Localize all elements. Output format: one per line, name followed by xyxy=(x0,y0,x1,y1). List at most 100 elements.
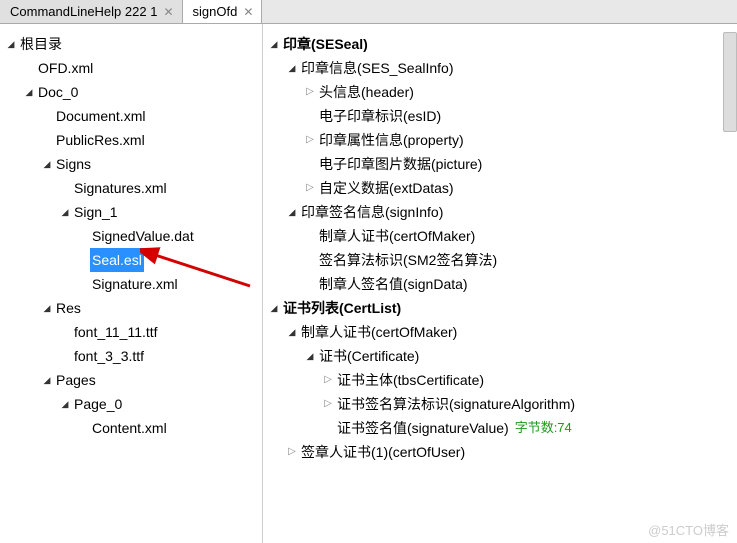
tree-item-label: 印章(SESeal) xyxy=(281,32,370,56)
left-tree-row[interactable]: Signature.xml xyxy=(4,272,258,296)
chevron-down-icon[interactable] xyxy=(40,368,54,392)
left-tree-row[interactable]: Page_0 xyxy=(4,392,258,416)
tree-item-label: Signs xyxy=(54,152,93,176)
right-tree-row[interactable]: 签名算法标识(SM2签名算法) xyxy=(267,248,733,272)
tree-item-label: 签章人证书(1)(certOfUser) xyxy=(299,440,467,464)
chevron-down-icon[interactable] xyxy=(285,320,299,344)
right-tree-row[interactable]: 印章签名信息(signInfo) xyxy=(267,200,733,224)
right-tree-row[interactable]: 制章人签名值(signData) xyxy=(267,272,733,296)
chevron-down-icon[interactable] xyxy=(58,200,72,224)
right-tree-row[interactable]: 电子印章标识(esID) xyxy=(267,104,733,128)
tree-item-label: PublicRes.xml xyxy=(54,128,147,152)
right-tree-row[interactable]: 证书签名算法标识(signatureAlgorithm) xyxy=(267,392,733,416)
tree-item-label: 根目录 xyxy=(18,32,64,56)
chevron-right-icon[interactable] xyxy=(321,392,335,416)
chevron-down-icon[interactable] xyxy=(267,32,281,56)
left-tree-row[interactable]: Content.xml xyxy=(4,416,258,440)
close-icon[interactable]: ✕ xyxy=(163,5,173,19)
left-tree-row[interactable]: Sign_1 xyxy=(4,200,258,224)
tree-item-label: 证书签名值(signatureValue) xyxy=(335,416,511,440)
left-tree-row[interactable]: font_11_11.ttf xyxy=(4,320,258,344)
tree-item-label: 印章签名信息(signInfo) xyxy=(299,200,445,224)
chevron-right-icon[interactable] xyxy=(321,368,335,392)
tab-bar: CommandLineHelp 222 1 ✕ signOfd ✕ xyxy=(0,0,737,24)
chevron-down-icon[interactable] xyxy=(285,56,299,80)
tree-item-label: Res xyxy=(54,296,83,320)
structure-tree-pane: 印章(SESeal)印章信息(SES_SealInfo)头信息(header)电… xyxy=(263,24,737,543)
chevron-down-icon[interactable] xyxy=(58,392,72,416)
tree-item-label: 证书主体(tbsCertificate) xyxy=(335,368,486,392)
tree-item-label: SignedValue.dat xyxy=(90,224,196,248)
right-tree-row[interactable]: 证书列表(CertList) xyxy=(267,296,733,320)
right-tree-row[interactable]: 印章(SESeal) xyxy=(267,32,733,56)
tree-item-label: 制章人证书(certOfMaker) xyxy=(299,320,459,344)
tree-item-label: 证书签名算法标识(signatureAlgorithm) xyxy=(335,392,577,416)
chevron-down-icon[interactable] xyxy=(22,80,36,104)
left-tree-row[interactable]: OFD.xml xyxy=(4,56,258,80)
main-panes: 根目录OFD.xmlDoc_0Document.xmlPublicRes.xml… xyxy=(0,24,737,543)
tree-item-label: 印章信息(SES_SealInfo) xyxy=(299,56,456,80)
tree-item-label: 头信息(header) xyxy=(317,80,416,104)
chevron-right-icon[interactable] xyxy=(303,80,317,104)
left-tree-row[interactable]: Signatures.xml xyxy=(4,176,258,200)
tree-item-label: Page_0 xyxy=(72,392,124,416)
tree-item-label: 制章人签名值(signData) xyxy=(317,272,470,296)
chevron-right-icon[interactable] xyxy=(303,176,317,200)
tree-item-label: font_3_3.ttf xyxy=(72,344,146,368)
scrollbar[interactable] xyxy=(723,32,737,132)
chevron-right-icon[interactable] xyxy=(303,128,317,152)
left-tree-row[interactable]: SignedValue.dat xyxy=(4,224,258,248)
chevron-right-icon[interactable] xyxy=(285,440,299,464)
tree-item-label: Signatures.xml xyxy=(72,176,169,200)
left-tree-row[interactable]: PublicRes.xml xyxy=(4,128,258,152)
chevron-down-icon[interactable] xyxy=(285,200,299,224)
right-tree-row[interactable]: 证书主体(tbsCertificate) xyxy=(267,368,733,392)
tab-signofd[interactable]: signOfd ✕ xyxy=(183,0,263,23)
chevron-down-icon[interactable] xyxy=(40,152,54,176)
tree-item-label: Document.xml xyxy=(54,104,147,128)
chevron-down-icon[interactable] xyxy=(40,296,54,320)
right-tree-row[interactable]: 电子印章图片数据(picture) xyxy=(267,152,733,176)
left-tree-row[interactable]: Signs xyxy=(4,152,258,176)
close-icon[interactable]: ✕ xyxy=(243,5,253,19)
right-tree-row[interactable]: 自定义数据(extDatas) xyxy=(267,176,733,200)
tree-item-label: 签名算法标识(SM2签名算法) xyxy=(317,248,499,272)
tree-item-label: 证书列表(CertList) xyxy=(281,296,403,320)
left-tree-row[interactable]: Pages xyxy=(4,368,258,392)
tree-item-label: Pages xyxy=(54,368,98,392)
tree-item-label: Sign_1 xyxy=(72,200,120,224)
tab-label: signOfd xyxy=(193,4,238,19)
tree-item-label: Seal.esl xyxy=(90,248,144,272)
left-tree-row[interactable]: font_3_3.ttf xyxy=(4,344,258,368)
tree-item-label: 电子印章图片数据(picture) xyxy=(317,152,484,176)
tree-item-label: 电子印章标识(esID) xyxy=(317,104,443,128)
right-tree-row[interactable]: 证书签名值(signatureValue)字节数:74 xyxy=(267,416,733,440)
tree-item-label: font_11_11.ttf xyxy=(72,320,160,344)
right-tree-row[interactable]: 制章人证书(certOfMaker) xyxy=(267,224,733,248)
tab-commandlinehelp[interactable]: CommandLineHelp 222 1 ✕ xyxy=(0,0,183,23)
tree-item-label: Content.xml xyxy=(90,416,169,440)
left-tree-row[interactable]: Document.xml xyxy=(4,104,258,128)
byte-count-label: 字节数:74 xyxy=(515,416,572,440)
left-tree-row[interactable]: 根目录 xyxy=(4,32,258,56)
chevron-down-icon[interactable] xyxy=(267,296,281,320)
tab-label: CommandLineHelp 222 1 xyxy=(10,4,157,19)
right-tree-row[interactable]: 证书(Certificate) xyxy=(267,344,733,368)
chevron-down-icon[interactable] xyxy=(303,344,317,368)
tree-item-label: OFD.xml xyxy=(36,56,95,80)
tree-item-label: 自定义数据(extDatas) xyxy=(317,176,456,200)
right-tree-row[interactable]: 印章属性信息(property) xyxy=(267,128,733,152)
tree-item-label: 制章人证书(certOfMaker) xyxy=(317,224,477,248)
left-tree-row[interactable]: Doc_0 xyxy=(4,80,258,104)
right-tree-row[interactable]: 印章信息(SES_SealInfo) xyxy=(267,56,733,80)
file-tree-pane: 根目录OFD.xmlDoc_0Document.xmlPublicRes.xml… xyxy=(0,24,263,543)
left-tree-row[interactable]: Seal.esl xyxy=(4,248,258,272)
watermark: @51CTO博客 xyxy=(648,520,729,539)
tree-item-label: 证书(Certificate) xyxy=(317,344,421,368)
tree-item-label: Doc_0 xyxy=(36,80,80,104)
chevron-down-icon[interactable] xyxy=(4,32,18,56)
right-tree-row[interactable]: 签章人证书(1)(certOfUser) xyxy=(267,440,733,464)
left-tree-row[interactable]: Res xyxy=(4,296,258,320)
right-tree-row[interactable]: 头信息(header) xyxy=(267,80,733,104)
right-tree-row[interactable]: 制章人证书(certOfMaker) xyxy=(267,320,733,344)
